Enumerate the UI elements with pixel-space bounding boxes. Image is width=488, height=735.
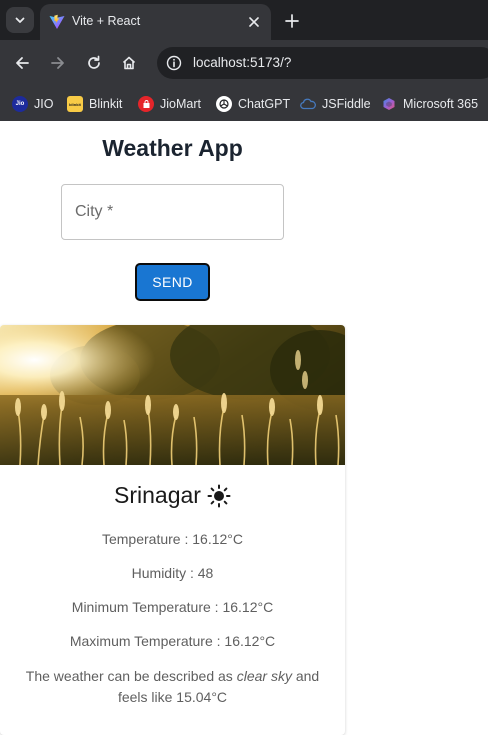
jsfiddle-icon bbox=[300, 96, 316, 112]
plus-icon bbox=[285, 14, 299, 28]
arrow-left-icon bbox=[16, 57, 29, 69]
vite-icon bbox=[49, 14, 65, 29]
m365-logo-icon bbox=[383, 98, 395, 110]
tab-active[interactable]: Vite + React bbox=[40, 4, 271, 40]
tab-search-button[interactable] bbox=[6, 7, 34, 33]
back-button[interactable] bbox=[10, 51, 34, 75]
new-tab-button[interactable] bbox=[280, 9, 304, 33]
address-bar[interactable]: localhost:5173/? bbox=[157, 47, 488, 79]
bag-icon bbox=[143, 99, 149, 108]
bookmark-blinkit[interactable]: blinkit Blinkit bbox=[67, 92, 122, 116]
temperature-text: Temperature : 16.12°C bbox=[101, 531, 243, 547]
browser-toolbar: localhost:5173/? bbox=[0, 40, 488, 86]
weather-condition: clear sky bbox=[236, 668, 292, 684]
max-temperature-text: Maximum Temperature : 16.12°C bbox=[69, 633, 276, 649]
city-input[interactable] bbox=[62, 185, 283, 239]
city-field[interactable] bbox=[61, 184, 284, 240]
cloud-icon bbox=[300, 98, 316, 110]
blinkit-icon: blinkit bbox=[67, 96, 83, 112]
bookmark-chatgpt[interactable]: ChatGPT bbox=[216, 92, 290, 116]
description-prefix: The weather can be described as bbox=[25, 668, 233, 684]
chevron-down-icon bbox=[15, 17, 25, 23]
city-heading: Srinagar bbox=[0, 482, 345, 509]
microsoft365-icon bbox=[381, 96, 397, 112]
arrow-right-icon bbox=[51, 57, 64, 69]
close-tab-button[interactable] bbox=[243, 11, 265, 33]
bookmark-label: JioMart bbox=[160, 97, 201, 111]
bookmark-jiomart[interactable]: JioMart bbox=[138, 92, 201, 116]
bookmark-microsoft365[interactable]: Microsoft 365 bbox=[381, 92, 478, 116]
reload-icon bbox=[88, 55, 100, 69]
weather-card-image bbox=[0, 325, 345, 465]
tab-strip: Vite + React bbox=[0, 0, 488, 40]
reload-button[interactable] bbox=[82, 51, 106, 75]
humidity-text: Humidity : 48 bbox=[131, 565, 214, 581]
chatgpt-icon bbox=[216, 96, 232, 112]
bookmark-label: JIO bbox=[34, 97, 54, 111]
sun-icon bbox=[207, 484, 231, 507]
jiomart-icon bbox=[138, 96, 154, 112]
min-temperature-text: Minimum Temperature : 16.12°C bbox=[71, 599, 274, 615]
close-icon bbox=[249, 17, 259, 27]
forward-button[interactable] bbox=[46, 51, 70, 75]
bookmark-label: ChatGPT bbox=[238, 97, 291, 111]
weather-card: Srinagar Temperature : 16.12°C Humidity … bbox=[0, 325, 345, 735]
openai-knot-icon bbox=[219, 99, 229, 109]
city-name: Srinagar bbox=[114, 482, 201, 508]
bookmark-label: Blinkit bbox=[89, 97, 123, 111]
bookmark-jsfiddle[interactable]: JSFiddle bbox=[300, 92, 371, 116]
browser-chrome: Vite + React localhost:5173/? Jio JIO bl… bbox=[0, 0, 488, 121]
send-button[interactable]: SEND bbox=[135, 263, 210, 301]
home-icon bbox=[122, 56, 136, 70]
url-text[interactable]: localhost:5173/? bbox=[193, 55, 291, 70]
bookmarks-bar: Jio JIO blinkit Blinkit JioMart ChatGPT … bbox=[0, 86, 488, 121]
bookmark-jio[interactable]: Jio JIO bbox=[12, 92, 53, 116]
tab-title: Vite + React bbox=[72, 14, 141, 28]
weather-description: The weather can be described as clear sk… bbox=[15, 666, 330, 708]
page-viewport: Weather App SEND bbox=[0, 121, 488, 735]
home-button[interactable] bbox=[117, 51, 141, 75]
bookmark-label: Microsoft 365 bbox=[403, 97, 479, 111]
feels-like-value: 15.04°C bbox=[176, 689, 228, 705]
page-title: Weather App bbox=[102, 135, 243, 161]
jio-icon: Jio bbox=[12, 96, 28, 112]
site-info-button[interactable] bbox=[164, 53, 184, 73]
info-icon bbox=[166, 55, 182, 71]
bookmark-label: JSFiddle bbox=[322, 97, 371, 111]
